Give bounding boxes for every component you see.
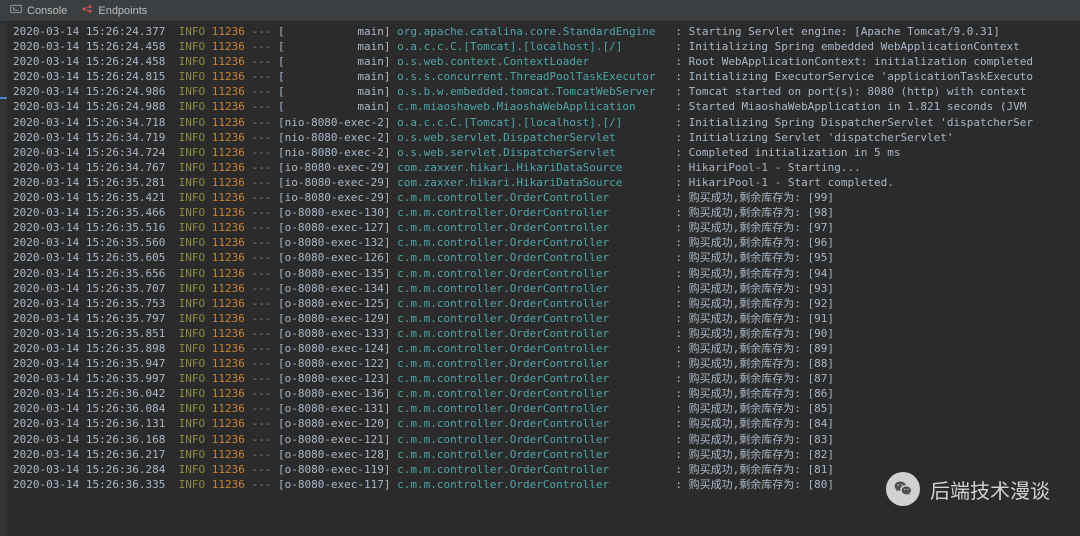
log-line: 2020-03-14 15:26:35.707 INFO 11236 --- [… [13,281,1080,296]
log-line: 2020-03-14 15:26:35.898 INFO 11236 --- [… [13,341,1080,356]
log-line: 2020-03-14 15:26:35.516 INFO 11236 --- [… [13,220,1080,235]
log-line: 2020-03-14 15:26:34.724 INFO 11236 --- [… [13,145,1080,160]
log-line: 2020-03-14 15:26:24.815 INFO 11236 --- [… [13,69,1080,84]
editor-gutter [0,22,7,536]
log-line: 2020-03-14 15:26:24.986 INFO 11236 --- [… [13,84,1080,99]
log-line: 2020-03-14 15:26:35.997 INFO 11236 --- [… [13,371,1080,386]
gutter-marker [0,97,7,99]
log-line: 2020-03-14 15:26:35.797 INFO 11236 --- [… [13,311,1080,326]
log-line: 2020-03-14 15:26:35.560 INFO 11236 --- [… [13,235,1080,250]
log-line: 2020-03-14 15:26:35.947 INFO 11236 --- [… [13,356,1080,371]
log-line: 2020-03-14 15:26:36.131 INFO 11236 --- [… [13,416,1080,431]
log-line: 2020-03-14 15:26:36.284 INFO 11236 --- [… [13,462,1080,477]
endpoints-icon [81,3,93,18]
log-line: 2020-03-14 15:26:34.718 INFO 11236 --- [… [13,115,1080,130]
tab-endpoints-label: Endpoints [98,5,147,17]
log-line: 2020-03-14 15:26:24.377 INFO 11236 --- [… [13,24,1080,39]
log-line: 2020-03-14 15:26:34.719 INFO 11236 --- [… [13,130,1080,145]
log-line: 2020-03-14 15:26:36.168 INFO 11236 --- [… [13,432,1080,447]
console-output[interactable]: 2020-03-14 15:26:24.377 INFO 11236 --- [… [7,22,1080,536]
log-line: 2020-03-14 15:26:35.421 INFO 11236 --- [… [13,190,1080,205]
log-line: 2020-03-14 15:26:36.335 INFO 11236 --- [… [13,477,1080,492]
log-line: 2020-03-14 15:26:35.753 INFO 11236 --- [… [13,296,1080,311]
tool-window-tabbar: Console Endpoints [0,0,1080,22]
log-line: 2020-03-14 15:26:24.458 INFO 11236 --- [… [13,39,1080,54]
tab-console[interactable]: Console [10,3,67,18]
log-line: 2020-03-14 15:26:34.767 INFO 11236 --- [… [13,160,1080,175]
console-icon [10,3,22,18]
log-line: 2020-03-14 15:26:35.466 INFO 11236 --- [… [13,205,1080,220]
log-line: 2020-03-14 15:26:35.656 INFO 11236 --- [… [13,266,1080,281]
log-line: 2020-03-14 15:26:24.458 INFO 11236 --- [… [13,54,1080,69]
log-line: 2020-03-14 15:26:36.084 INFO 11236 --- [… [13,401,1080,416]
log-line: 2020-03-14 15:26:35.605 INFO 11236 --- [… [13,250,1080,265]
log-line: 2020-03-14 15:26:36.217 INFO 11236 --- [… [13,447,1080,462]
log-line: 2020-03-14 15:26:24.988 INFO 11236 --- [… [13,99,1080,114]
log-line: 2020-03-14 15:26:36.042 INFO 11236 --- [… [13,386,1080,401]
log-line: 2020-03-14 15:26:35.281 INFO 11236 --- [… [13,175,1080,190]
tab-endpoints[interactable]: Endpoints [81,3,147,18]
log-line: 2020-03-14 15:26:35.851 INFO 11236 --- [… [13,326,1080,341]
tab-console-label: Console [27,5,67,17]
